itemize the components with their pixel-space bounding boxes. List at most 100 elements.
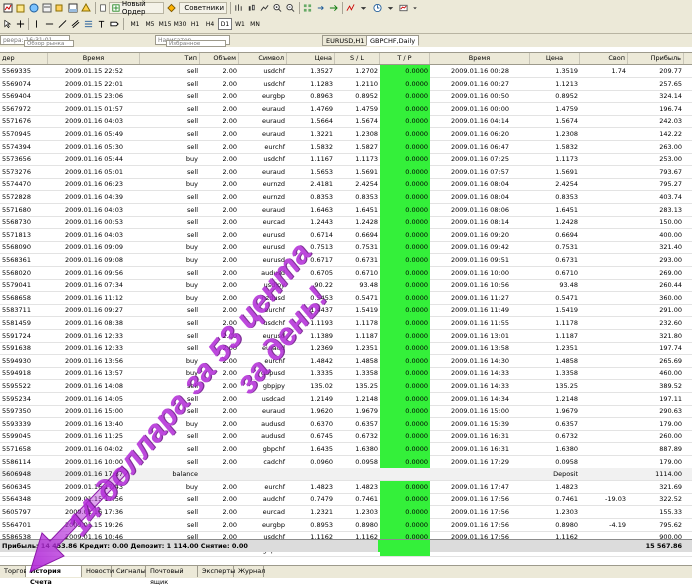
metaeditor-icon[interactable] [166, 2, 177, 14]
table-row[interactable]: 55861142009.01.16 10:00sell2.00cadchf0.0… [0, 456, 692, 469]
navigator-icon[interactable] [54, 2, 66, 14]
table-row[interactable]: 55680902009.01.16 09:09buy2.00eurusd0.75… [0, 241, 692, 254]
table-row[interactable]: 55647012009.01.15 19:26sell2.00eurgbp0.8… [0, 519, 692, 532]
label-tool-icon[interactable] [109, 18, 120, 30]
table-row[interactable]: 55643482009.01.15 17:56sell2.00audchf0.7… [0, 493, 692, 506]
table-row[interactable]: 55683612009.01.16 09:08buy2.00eurusd0.67… [0, 254, 692, 267]
table-row[interactable]: 55728282009.01.16 04:39sell2.00eurnzd0.8… [0, 191, 692, 204]
candlestick-icon[interactable] [246, 2, 257, 14]
table-row[interactable]: 55952342009.01.16 14:05sell2.00usdcad1.2… [0, 393, 692, 406]
table-row[interactable]: 55693352009.01.15 22:52sell2.00usdchf1.3… [0, 65, 692, 78]
vertical-line-icon[interactable] [31, 18, 42, 30]
period-button-m5[interactable]: M5 [143, 18, 157, 30]
bottom-tab[interactable]: Торговля [0, 566, 26, 577]
tile-windows-icon[interactable] [302, 2, 313, 14]
table-row[interactable]: 55814592009.01.16 08:38sell2.00usdchf1.1… [0, 317, 692, 330]
balance-row[interactable]: 56069482009.01.16 17:37balanceDeposit111… [0, 468, 692, 481]
table-row[interactable]: 55955222009.01.16 14:08sell2.00gbpjpy135… [0, 380, 692, 393]
table-row[interactable]: 55686582009.01.16 11:12buy2.00nzdusd0.54… [0, 292, 692, 305]
table-row[interactable]: 55732762009.01.16 05:01sell2.00euraud1.5… [0, 166, 692, 179]
table-row[interactable]: 55690742009.01.15 22:01sell2.00usdchf1.1… [0, 78, 692, 91]
table-row[interactable]: 55837112009.01.16 09:27sell2.00eurchf1.4… [0, 304, 692, 317]
autoscroll-icon[interactable] [328, 2, 339, 14]
channel-icon[interactable] [70, 18, 81, 30]
period-button-d1[interactable]: D1 [218, 18, 232, 30]
column-header[interactable]: Тип [140, 53, 200, 64]
table-row[interactable]: 55743942009.01.16 05:30sell2.00eurchf1.5… [0, 141, 692, 154]
text-tool-icon[interactable] [96, 18, 107, 30]
table-row[interactable]: 55917242009.01.16 12:33sell2.00eurusd1.1… [0, 330, 692, 343]
market-watch-tab[interactable]: Обзор рынка [24, 40, 74, 47]
table-row[interactable]: 55933392009.01.16 13:40buy2.00audusd0.63… [0, 418, 692, 431]
column-header[interactable]: Прибыль [628, 53, 684, 64]
table-row[interactable]: 55916382009.01.16 12:33sell2.00euraud1.2… [0, 342, 692, 355]
period-button-m30[interactable]: M30 [173, 18, 187, 30]
tester-icon[interactable] [80, 2, 92, 14]
period-button-m1[interactable]: M1 [128, 18, 142, 30]
table-row[interactable]: 55973502009.01.16 15:00sell2.00euraud1.9… [0, 405, 692, 418]
indicators-dropdown-icon[interactable] [358, 2, 369, 14]
table-row[interactable]: 55694042009.01.15 23:06sell2.00eurgbp0.8… [0, 90, 692, 103]
table-row[interactable]: 55736562009.01.16 05:44buy2.00usdchf1.11… [0, 153, 692, 166]
bottom-tab[interactable]: Почтовый ящик [146, 566, 198, 577]
period-button-w1[interactable]: W1 [233, 18, 247, 30]
zoom-out-icon[interactable] [285, 2, 296, 14]
bottom-tab[interactable]: История Счета [26, 566, 82, 577]
zoom-in-icon[interactable] [272, 2, 283, 14]
table-row[interactable]: 55744702009.01.16 06:23buy2.00eurnzd2.41… [0, 178, 692, 191]
column-header[interactable]: Цена [530, 53, 580, 64]
periodicity-icon[interactable] [372, 2, 383, 14]
column-header[interactable]: S / L [335, 53, 380, 64]
table-row[interactable]: 55949182009.01.16 13:57buy2.00gbpusd1.33… [0, 367, 692, 380]
column-header[interactable]: Время [430, 53, 530, 64]
new-order-button[interactable]: Новый Ордер [109, 2, 164, 14]
column-header[interactable]: Своп [580, 53, 628, 64]
table-row[interactable]: 56063452009.01.16 17:43buy2.00eurchf1.48… [0, 481, 692, 494]
new-chart-icon[interactable] [2, 2, 14, 14]
periodicity-dropdown-icon[interactable] [385, 2, 396, 14]
column-header[interactable]: Цена [287, 53, 335, 64]
bottom-tab[interactable]: Журнал [234, 566, 264, 577]
table-row[interactable]: 55716762009.01.16 04:03sell2.00euraud1.5… [0, 115, 692, 128]
profiles-icon[interactable] [15, 2, 27, 14]
column-header[interactable]: Время [48, 53, 140, 64]
templates-icon[interactable] [398, 2, 409, 14]
bottom-tab[interactable]: Эксперты [198, 566, 234, 577]
chart-shift-icon[interactable] [315, 2, 326, 14]
column-header[interactable]: дер [0, 53, 48, 64]
bar-chart-icon[interactable] [233, 2, 244, 14]
table-row[interactable]: 55680202009.01.16 09:56sell2.00audusd0.6… [0, 267, 692, 280]
market-watch-icon[interactable] [28, 2, 40, 14]
favorites-tab[interactable]: Избранное [166, 40, 226, 47]
period-button-m15[interactable]: M15 [158, 18, 172, 30]
data-window-icon[interactable] [41, 2, 53, 14]
templates-dropdown-icon[interactable] [411, 2, 419, 14]
column-header[interactable]: Объем [200, 53, 239, 64]
chart-tab-eurusd[interactable]: EURUSD,H1 [322, 35, 368, 46]
column-header[interactable]: T / P [380, 53, 430, 64]
chart-tab-gbpchf[interactable]: GBPCHF,Daily [366, 35, 419, 46]
bottom-tab[interactable]: Новости [82, 566, 112, 577]
terminal-icon[interactable] [67, 2, 79, 14]
period-button-mn[interactable]: MN [248, 18, 262, 30]
table-row[interactable]: 56057972009.01.16 17:36sell2.00eurcad1.2… [0, 506, 692, 519]
crosshair-icon[interactable] [15, 18, 26, 30]
table-row[interactable]: 55687302009.01.16 00:53sell2.00eurcad1.2… [0, 216, 692, 229]
cursor-icon[interactable] [2, 18, 13, 30]
column-header[interactable]: Символ [239, 53, 287, 64]
table-row[interactable]: 55990452009.01.16 11:25sell2.00audusd0.6… [0, 430, 692, 443]
table-row[interactable]: 55716802009.01.16 04:03sell2.00euraud1.6… [0, 204, 692, 217]
period-button-h4[interactable]: H4 [203, 18, 217, 30]
table-row[interactable]: 55718132009.01.16 04:03sell2.00eurusd0.6… [0, 229, 692, 242]
table-row[interactable]: 55790412009.01.16 07:34buy2.00usdjpy90.2… [0, 279, 692, 292]
table-row[interactable]: 55709452009.01.16 05:49sell2.00euraud1.3… [0, 128, 692, 141]
history-icon[interactable] [98, 2, 108, 14]
bottom-tab[interactable]: Сигналы [112, 566, 146, 577]
trendline-icon[interactable] [57, 18, 68, 30]
table-row[interactable]: 55716582009.01.16 04:02sell2.00gbpchf1.6… [0, 443, 692, 456]
period-button-h1[interactable]: H1 [188, 18, 202, 30]
line-chart-icon[interactable] [259, 2, 270, 14]
indicators-icon[interactable] [345, 2, 356, 14]
advisors-button[interactable]: Советники [179, 2, 227, 14]
fibonacci-icon[interactable] [83, 18, 94, 30]
